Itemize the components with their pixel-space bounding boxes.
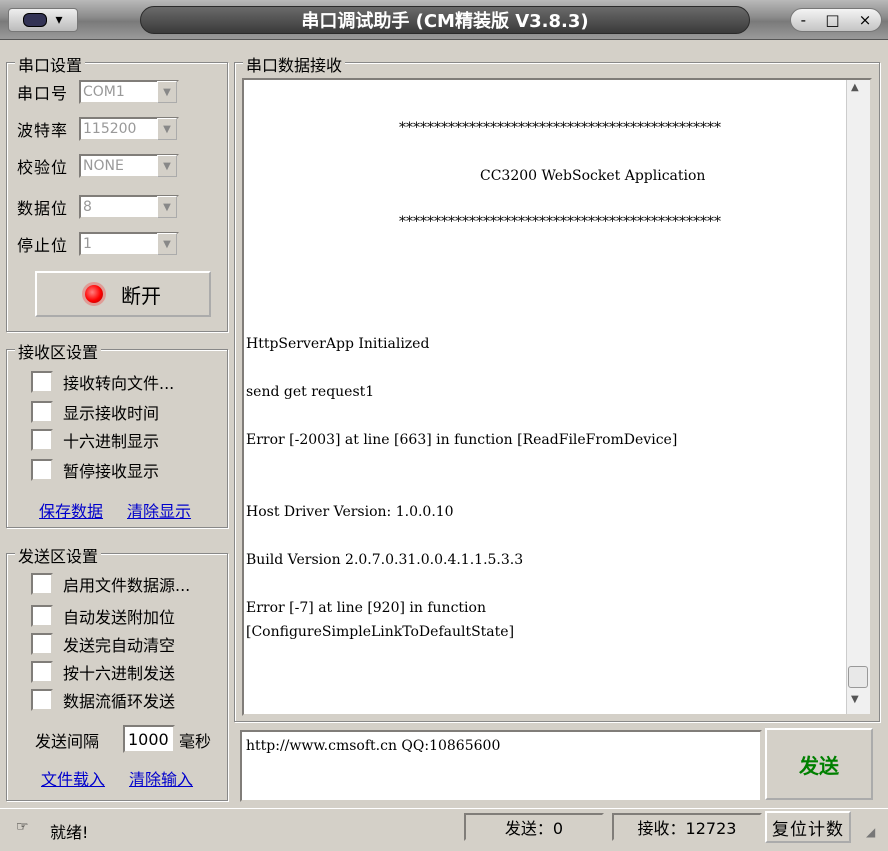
scroll-down-icon[interactable]: ▼ bbox=[851, 694, 859, 705]
recv-line: Host Driver Version: 1.0.0.10 bbox=[246, 504, 454, 520]
send-button[interactable]: 发送 bbox=[765, 728, 873, 800]
checkbox-box[interactable] bbox=[31, 573, 53, 595]
status-ready: 就绪! bbox=[50, 823, 89, 842]
pause-display-checkbox[interactable]: 暂停接收显示 bbox=[31, 457, 159, 483]
recv-count: 接收：12723 bbox=[612, 813, 762, 841]
databits-select[interactable]: 8 ▼ bbox=[79, 195, 179, 219]
baud-label: 波特率 bbox=[17, 121, 69, 140]
send-textarea[interactable]: http://www.cmsoft.cn QQ:10865600 bbox=[240, 730, 762, 802]
chevron-down-icon[interactable]: ▼ bbox=[157, 155, 177, 177]
hand-pointer-icon: ☞ bbox=[16, 819, 29, 835]
scrollbar-thumb[interactable] bbox=[848, 666, 868, 688]
interval-label: 发送间隔 bbox=[35, 732, 100, 751]
checkbox-box[interactable] bbox=[31, 429, 53, 451]
app-icon bbox=[23, 13, 48, 27]
recv-settings-title: 接收区设置 bbox=[15, 339, 102, 363]
checkbox-box[interactable] bbox=[31, 661, 53, 683]
port-row: 串口号 COM1 ▼ bbox=[17, 79, 179, 105]
recv-line: [ConfigureSimpleLinkToDefaultState] bbox=[246, 624, 515, 640]
stopbits-select[interactable]: 1 ▼ bbox=[79, 232, 179, 256]
close-icon[interactable]: × bbox=[859, 11, 872, 29]
connect-toggle-button[interactable]: 断开 bbox=[35, 271, 211, 317]
hex-send-checkbox[interactable]: 按十六进制发送 bbox=[31, 659, 175, 685]
hex-display-checkbox[interactable]: 十六进制显示 bbox=[31, 427, 159, 453]
stopbits-row: 停止位 1 ▼ bbox=[17, 231, 179, 257]
chevron-down-icon[interactable]: ▼ bbox=[157, 233, 177, 255]
scroll-up-icon[interactable]: ▲ bbox=[851, 82, 859, 93]
checkbox-box[interactable] bbox=[31, 689, 53, 711]
port-label: 串口号 bbox=[17, 84, 69, 103]
maximize-icon[interactable]: □ bbox=[825, 11, 839, 29]
recv-to-file-checkbox[interactable]: 接收转向文件... bbox=[31, 369, 174, 395]
receive-textarea[interactable]: ****************************************… bbox=[242, 78, 872, 716]
clear-display-link[interactable]: 清除显示 bbox=[127, 498, 191, 522]
auto-clear-checkbox[interactable]: 发送完自动清空 bbox=[31, 631, 175, 657]
interval-unit: 毫秒 bbox=[179, 732, 212, 751]
port-settings-title: 串口设置 bbox=[15, 52, 86, 76]
loop-send-checkbox[interactable]: 数据流循环发送 bbox=[31, 687, 175, 713]
status-bar: ☞ 就绪! 发送：0 接收：12723 复位计数 ◢ bbox=[0, 808, 888, 851]
recv-line: ****************************************… bbox=[399, 214, 721, 230]
baud-row: 波特率 115200 ▼ bbox=[17, 116, 179, 142]
checkbox-box[interactable] bbox=[31, 459, 53, 481]
receive-title: 串口数据接收 bbox=[243, 52, 346, 76]
chevron-down-icon[interactable]: ▼ bbox=[157, 118, 177, 140]
reset-count-button[interactable]: 复位计数 bbox=[765, 811, 851, 843]
window-title: 串口调试助手 (CM精装版 V3.8.3) bbox=[140, 6, 750, 34]
send-settings-title: 发送区设置 bbox=[15, 543, 102, 567]
clear-input-link[interactable]: 清除输入 bbox=[129, 766, 193, 790]
load-file-link[interactable]: 文件载入 bbox=[41, 766, 105, 790]
chevron-down-icon[interactable]: ▼ bbox=[157, 81, 177, 103]
show-recv-time-checkbox[interactable]: 显示接收时间 bbox=[31, 399, 159, 425]
send-settings-group: 发送区设置 启用文件数据源... 自动发送附加位 发送完自动清空 按十六进制发送… bbox=[6, 543, 228, 801]
chevron-down-icon: ▾ bbox=[55, 12, 63, 28]
interval-input[interactable] bbox=[123, 725, 175, 753]
checkbox-box[interactable] bbox=[31, 371, 53, 393]
recv-line: Build Version 2.0.7.0.31.0.0.4.1.1.5.3.3 bbox=[246, 552, 524, 568]
recv-line: Error [-7] at line [920] in function bbox=[246, 600, 486, 616]
recv-line: Error [-2003] at line [663] in function … bbox=[246, 432, 678, 448]
recv-line: HttpServerApp Initialized bbox=[246, 336, 430, 352]
port-settings-group: 串口设置 串口号 COM1 ▼ 波特率 115200 ▼ 校验位 NONE ▼ 数据位… bbox=[6, 52, 228, 332]
parity-select[interactable]: NONE ▼ bbox=[79, 154, 179, 178]
receive-scrollbar[interactable]: ▲ ▼ bbox=[846, 80, 870, 714]
port-select[interactable]: COM1 ▼ bbox=[79, 80, 179, 104]
checkbox-box[interactable] bbox=[31, 605, 53, 627]
resize-grip-icon[interactable]: ◢ bbox=[866, 825, 875, 839]
recv-line: CC3200 WebSocket Application bbox=[480, 168, 706, 184]
auto-append-checkbox[interactable]: 自动发送附加位 bbox=[31, 603, 175, 629]
system-menu-button[interactable]: ▾ bbox=[8, 8, 78, 32]
save-data-link[interactable]: 保存数据 bbox=[39, 498, 103, 522]
recv-settings-group: 接收区设置 接收转向文件... 显示接收时间 十六进制显示 暂停接收显示 保存数… bbox=[6, 339, 228, 528]
databits-label: 数据位 bbox=[17, 199, 69, 218]
checkbox-box[interactable] bbox=[31, 633, 53, 655]
window-controls: - □ × bbox=[790, 8, 882, 32]
status-led-icon bbox=[85, 285, 103, 303]
databits-row: 数据位 8 ▼ bbox=[17, 194, 179, 220]
checkbox-box[interactable] bbox=[31, 401, 53, 423]
parity-row: 校验位 NONE ▼ bbox=[17, 153, 179, 179]
recv-line: send get request1 bbox=[246, 384, 375, 400]
sent-count: 发送：0 bbox=[464, 813, 604, 841]
parity-label: 校验位 bbox=[17, 158, 69, 177]
chevron-down-icon[interactable]: ▼ bbox=[157, 196, 177, 218]
recv-line: ****************************************… bbox=[399, 120, 721, 136]
minimize-icon[interactable]: - bbox=[801, 11, 806, 29]
stopbits-label: 停止位 bbox=[17, 236, 69, 255]
file-source-checkbox[interactable]: 启用文件数据源... bbox=[31, 571, 190, 597]
baud-select[interactable]: 115200 ▼ bbox=[79, 117, 179, 141]
connect-toggle-label: 断开 bbox=[121, 283, 161, 308]
